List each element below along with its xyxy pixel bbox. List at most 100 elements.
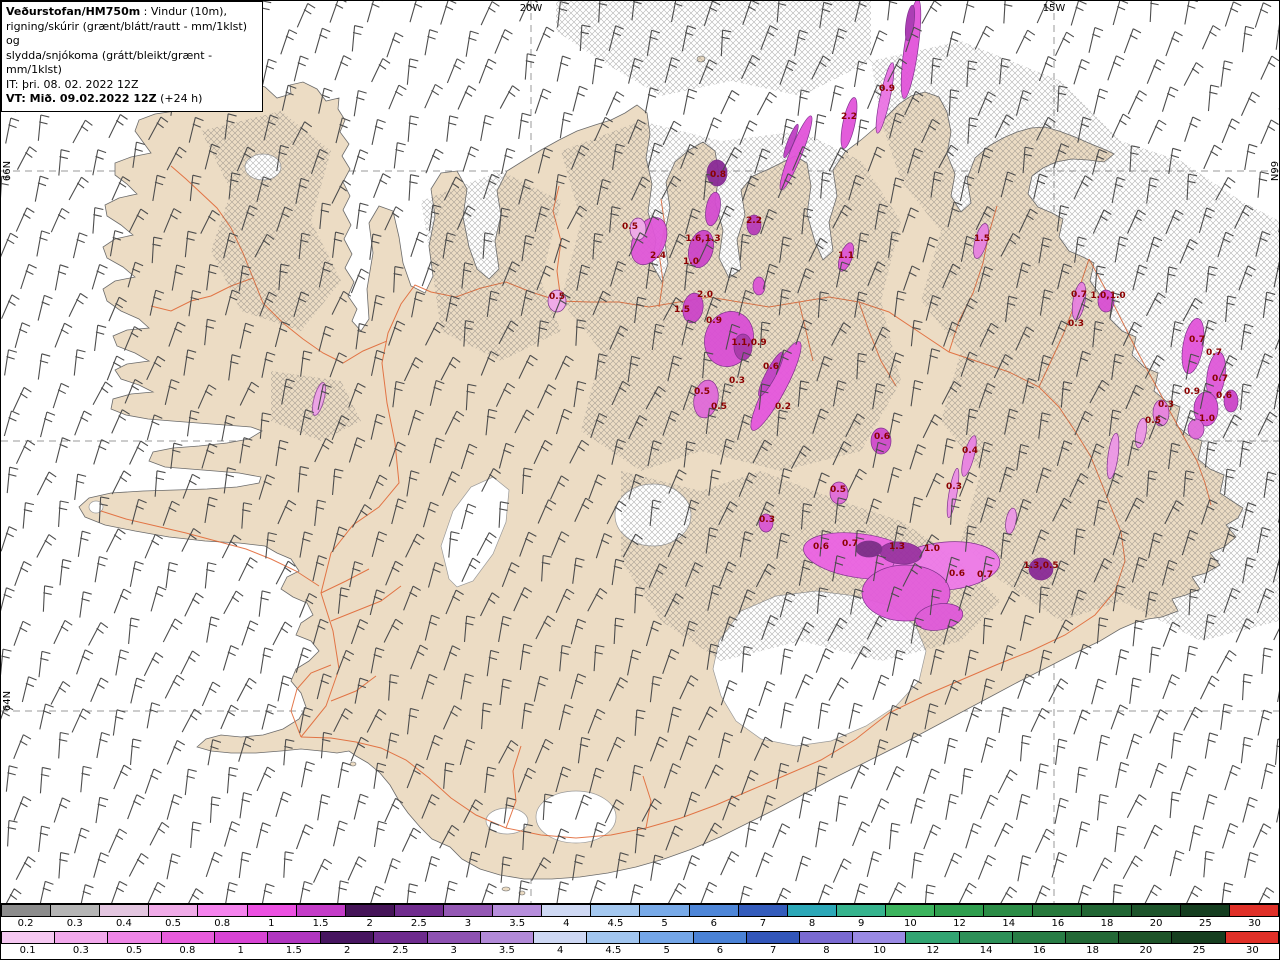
precip-value-label: 0.9 xyxy=(879,84,895,94)
precip-value-label: 0.5 xyxy=(830,485,846,495)
snow-colorbar xyxy=(1,931,1279,944)
colorbar-tick-label: 12 xyxy=(926,945,940,956)
snow-colorbar-segment xyxy=(905,931,959,944)
rain-colorbar-segment xyxy=(1130,904,1180,917)
rain-colorbar-segment xyxy=(786,904,836,917)
weather-map: 0.9 2.2 0.8 0.5 2.4 1.6,1.3 1.0 2.2 1.1 1.5 0.5 2.0… xyxy=(1,1,1279,904)
light-precip-hatch-area xyxy=(561,121,901,471)
precip-value-label: 0.4 xyxy=(962,446,978,456)
colorbar-tick-label: 1.5 xyxy=(285,945,302,956)
rain-colorbar-segment xyxy=(295,904,345,917)
precip-cell xyxy=(855,540,883,558)
rain-colorbar-segment xyxy=(639,904,689,917)
colorbar-tick-label: 10 xyxy=(873,945,886,956)
rain-colorbar-segment xyxy=(99,904,149,917)
precip-value-label: 0.3 xyxy=(1068,319,1084,329)
colorbar-tick-label: 3 xyxy=(450,945,457,956)
colorbar-tick-label: 7 xyxy=(759,918,767,929)
rain-colorbar-segment xyxy=(983,904,1033,917)
rain-colorbar-segment xyxy=(393,904,443,917)
colorbar-tick-label: 14 xyxy=(1002,918,1016,929)
rain-colorbar-segment xyxy=(344,904,394,917)
colorbar-tick-label: 0.1 xyxy=(19,945,36,956)
colorbar-tick-label: 0.3 xyxy=(66,918,83,929)
snow-colorbar-segment xyxy=(267,931,321,944)
colorbar-tick-label: 6 xyxy=(716,945,724,956)
snow-colorbar-segment xyxy=(1011,931,1066,944)
legend-line-rain: rigning/skúrir (grænt/blátt/rautt - mm/1… xyxy=(6,19,248,48)
colorbar-tick-label: 0.8 xyxy=(179,945,196,956)
precip-value-label: 1.0,1.0 xyxy=(1090,291,1125,301)
colorbar-tick-label: 9 xyxy=(858,918,865,929)
rain-colorbar-segment xyxy=(246,904,296,917)
rain-colorbar xyxy=(1,904,1279,917)
colorbar-tick-label: 4 xyxy=(563,918,570,929)
rain-colorbar-segment xyxy=(737,904,787,917)
snow-colorbar-segment xyxy=(1224,931,1279,944)
precip-value-label: 0.5 xyxy=(622,222,638,232)
weather-map-page: { "header": { "title_bold": "Veðurstofan… xyxy=(0,0,1280,960)
snow-colorbar-segment xyxy=(639,931,693,944)
colorbar-tick-label: 16 xyxy=(1033,945,1046,956)
rain-colorbar-labels: 0.2 0.3 0.4 0.5 0.8 1 1.5 2 2.5 3 3.5 4 4.5 5 6 7 8 9 10 12… xyxy=(1,917,1279,931)
precip-value-label: 0.3 xyxy=(1158,400,1174,410)
precip-value-label: 0.5 xyxy=(1145,416,1161,426)
colorbar-tick-label: 2 xyxy=(343,945,351,956)
rain-colorbar-segment xyxy=(197,904,247,917)
precip-value-label: 0.7 xyxy=(977,570,993,580)
colorbar-tick-label: 1 xyxy=(237,945,244,956)
colorbar-tick-label: 25 xyxy=(1198,918,1212,929)
colorbar-tick-label: 20 xyxy=(1139,945,1153,956)
precip-value-label: 0.5 xyxy=(694,387,710,397)
colorbar-tick-label: 2.5 xyxy=(410,918,427,929)
rain-colorbar-segment xyxy=(1179,904,1229,917)
colorbar-tick-label: 0.8 xyxy=(214,918,231,929)
snow-colorbar-labels: 0.1 0.3 0.5 0.8 1 1.5 2 2.5 3 3.5 4 4.5 5 6 7 8 10 12 14 16… xyxy=(1,944,1279,958)
snow-colorbar-segment xyxy=(1,931,55,944)
precip-value-label: 0.7 xyxy=(1212,374,1228,384)
rain-colorbar-segment xyxy=(1228,904,1279,917)
precip-value-label: 1.0 xyxy=(1199,414,1215,424)
glacier-snaefellsjokull xyxy=(88,500,104,514)
snow-colorbar-segment xyxy=(533,931,587,944)
latitude-label-right: 66N xyxy=(1268,161,1279,181)
precip-value-label: 0.2 xyxy=(775,402,791,412)
precip-value-label: 1.0 xyxy=(924,544,940,554)
colorbar-tick-label: 1.5 xyxy=(312,918,329,929)
precip-value-label: 2.4 xyxy=(650,251,666,261)
colorbar-tick-label: 4 xyxy=(556,945,564,956)
precip-value-label: 0.7 xyxy=(1189,335,1205,345)
colorbar-tick-label: 4.5 xyxy=(607,918,624,929)
precip-value-label: 0.6 xyxy=(813,542,829,552)
colorbar-tick-label: 25 xyxy=(1192,945,1206,956)
snow-colorbar-segment xyxy=(1171,931,1225,944)
precip-value-label: 1.5 xyxy=(674,305,690,315)
precip-value-label: 0.7 xyxy=(1206,348,1222,358)
rain-colorbar-segment xyxy=(590,904,640,917)
valid-time-line: VT: Mið. 09.02.2022 12Z (+24 h) xyxy=(6,92,256,107)
snow-colorbar-segment xyxy=(426,931,480,944)
snow-colorbar-segment xyxy=(852,931,906,944)
colorbar-tick-label: 0.2 xyxy=(17,918,34,929)
colorbar-tick-label: 10 xyxy=(904,918,917,929)
rain-colorbar-segment xyxy=(50,904,100,917)
model-name: Veðurstofan/HM750m xyxy=(6,5,141,18)
weather-map-frame: 0.9 2.2 0.8 0.5 2.4 1.6,1.3 1.0 2.2 1.1 1.5 0.5 2.0… xyxy=(0,0,1280,960)
rain-colorbar-segment xyxy=(1081,904,1131,917)
snow-colorbar-segment xyxy=(692,931,746,944)
precip-value-label: 1.5 xyxy=(974,234,990,244)
precip-value-label: 2.0 xyxy=(697,290,713,300)
map-legend-box: Veðurstofan/HM750m : Vindur (10m), rigni… xyxy=(1,1,263,112)
colorbar-tick-label: 3.5 xyxy=(498,945,515,956)
precip-value-label: 0.6 xyxy=(1216,391,1232,401)
snow-colorbar-segment xyxy=(320,931,374,944)
precip-value-label: 1.6,1.3 xyxy=(685,234,720,244)
colorbar-tick-label: 5 xyxy=(663,945,670,956)
precip-value-label: 0.7 xyxy=(842,539,858,549)
precip-value-label: 0.9 xyxy=(1184,387,1200,397)
small-island xyxy=(501,886,511,892)
colorbar-tick-label: 3.5 xyxy=(509,918,526,929)
precip-value-label: 0.7 xyxy=(1071,290,1087,300)
latitude-label-left: 64N xyxy=(2,691,13,711)
snow-colorbar-segment xyxy=(799,931,853,944)
